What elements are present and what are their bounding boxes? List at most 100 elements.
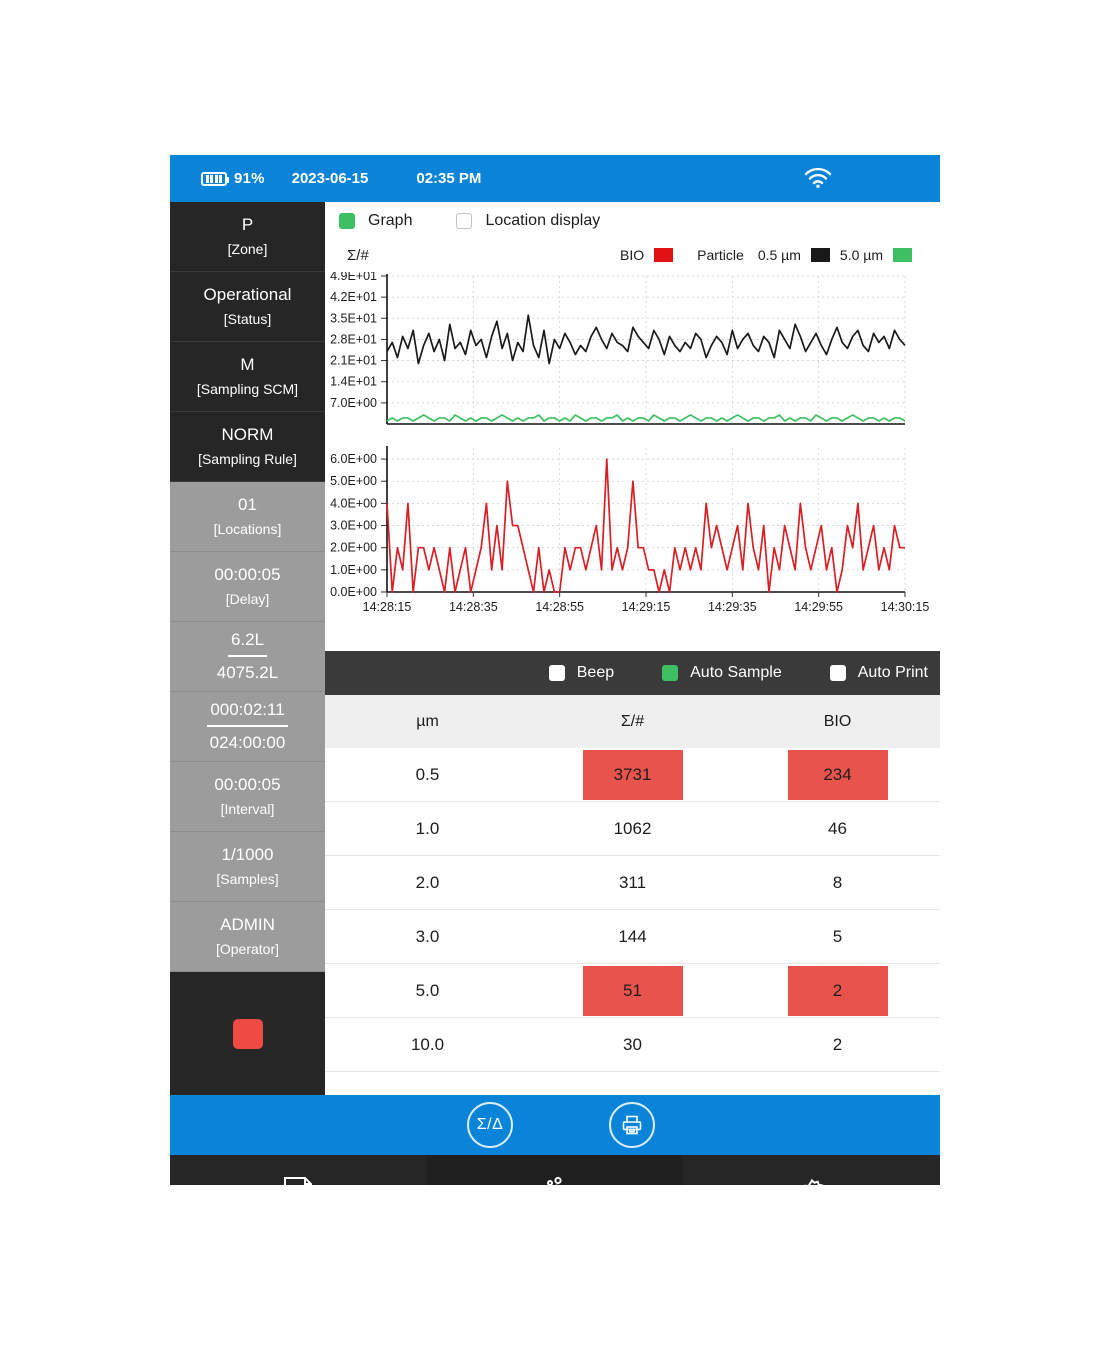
svg-text:4.2E+01: 4.2E+01 <box>330 290 377 304</box>
table-row[interactable]: 0.5 3731 234 <box>325 748 940 802</box>
sidebar-item-elapsed[interactable]: 000:02:11 024:00:00 <box>170 692 325 762</box>
auto-sample-option[interactable]: Auto Sample <box>650 664 782 682</box>
sidebar-label: [Delay] <box>225 591 270 608</box>
sidebar-label: [Status] <box>223 311 272 328</box>
auto-sample-checkbox[interactable] <box>662 665 679 681</box>
nav-item-sampling[interactable] <box>426 1155 684 1185</box>
battery-percent: 91% <box>234 170 265 187</box>
beep-checkbox[interactable] <box>548 665 565 681</box>
graph-label: Graph <box>368 212 413 229</box>
column-header-count: Σ/# <box>620 712 645 730</box>
status-bar: 91% 2023-06-15 02:35 PM <box>170 155 940 202</box>
svg-text:7.0E+00: 7.0E+00 <box>330 396 377 410</box>
parameter-sidebar: P [Zone] Operational [Status] M [Samplin… <box>170 202 325 1095</box>
svg-text:14:28:15: 14:28:15 <box>363 600 412 614</box>
sidebar-item-delay[interactable]: 00:00:05 [Delay] <box>170 552 325 622</box>
sidebar-item-sampling-scm[interactable]: M [Sampling SCM] <box>170 342 325 412</box>
legend-size1-swatch <box>810 248 830 262</box>
table-row[interactable]: 2.0 311 8 <box>325 856 940 910</box>
svg-text:6.0E+00: 6.0E+00 <box>330 452 377 466</box>
sidebar-volume-current: 6.2L <box>227 629 268 657</box>
location-display-label: Location display <box>485 212 601 229</box>
legend-size2-swatch <box>893 248 912 262</box>
sidebar-label: [Operator] <box>215 941 280 958</box>
auto-sample-label: Auto Sample <box>690 664 782 681</box>
printer-icon <box>622 1115 642 1135</box>
cell-bio: 8 <box>832 872 843 892</box>
sidebar-label: [Interval] <box>220 801 275 818</box>
sidebar-item-operator[interactable]: ADMIN [Operator] <box>170 902 325 972</box>
status-date: 2023-06-15 <box>291 170 369 187</box>
legend-size2-label: 5.0 µm <box>839 247 883 263</box>
table-row[interactable]: 5.0 51 2 <box>325 964 940 1018</box>
bottom-nav <box>170 1155 940 1185</box>
sidebar-elapsed-total: 024:00:00 <box>209 732 286 752</box>
table-row[interactable]: 1.0 1062 46 <box>325 802 940 856</box>
battery-indicator: 91% <box>201 170 265 187</box>
print-button[interactable] <box>609 1102 655 1148</box>
svg-text:14:30:15: 14:30:15 <box>881 600 930 614</box>
sum-delta-button[interactable]: Σ/Δ <box>467 1102 513 1148</box>
sidebar-value: Operational <box>203 285 292 305</box>
svg-text:14:28:35: 14:28:35 <box>449 600 498 614</box>
cell-size: 1.0 <box>415 818 440 838</box>
instrument-screen: 91% 2023-06-15 02:35 PM P [Zone] Operati… <box>170 155 940 1185</box>
nav-item-settings[interactable] <box>683 1155 940 1185</box>
nav-item-reports[interactable] <box>170 1155 427 1185</box>
sidebar-label: [Sampling Rule] <box>198 451 297 468</box>
svg-text:2.0E+00: 2.0E+00 <box>330 541 377 555</box>
action-bar: Σ/Δ <box>170 1095 940 1155</box>
table-header-row: µm Σ/# BIO <box>325 695 940 748</box>
beep-option[interactable]: Beep <box>537 664 614 682</box>
table-row[interactable]: 3.0 144 5 <box>325 910 940 964</box>
battery-icon <box>201 171 229 186</box>
status-time: 02:35 PM <box>416 170 482 187</box>
wifi-icon <box>804 167 832 188</box>
stop-button[interactable] <box>232 1018 263 1049</box>
cell-bio-value: 234 <box>787 749 888 800</box>
sidebar-value: P <box>241 215 254 235</box>
stop-button-cell[interactable] <box>170 972 325 1095</box>
cell-size: 3.0 <box>415 926 440 946</box>
sidebar-value: 1/1000 <box>221 845 274 865</box>
sidebar-item-interval[interactable]: 00:00:05 [Interval] <box>170 762 325 832</box>
chart-pane: Graph Location display Σ/# BIO Particle … <box>325 202 940 651</box>
graph-checkbox[interactable] <box>339 213 355 229</box>
sidebar-item-zone[interactable]: P [Zone] <box>170 202 325 272</box>
sidebar-value: M <box>240 355 255 375</box>
cell-size: 0.5 <box>415 764 440 784</box>
sidebar-elapsed-current: 000:02:11 <box>207 699 288 727</box>
table-row[interactable]: 10.0 30 2 <box>325 1018 940 1072</box>
sidebar-value: ADMIN <box>220 915 275 935</box>
particle-trend-chart[interactable]: 7.0E+00 1.4E+01 2.1E+01 2.8E+01 3.5E+01 4.2E+… <box>325 272 940 642</box>
svg-text:2.1E+01: 2.1E+01 <box>330 354 377 368</box>
cell-count: 3731 <box>530 749 735 800</box>
cell-bio: 2 <box>735 965 940 1016</box>
sidebar-label: [Samples] <box>216 871 279 888</box>
location-display-checkbox[interactable] <box>456 213 473 229</box>
particle-funnel-icon <box>547 1176 562 1185</box>
column-header-bio: BIO <box>823 712 852 730</box>
sidebar-label: [Sampling SCM] <box>196 381 299 398</box>
sidebar-item-samples[interactable]: 1/1000 [Samples] <box>170 832 325 902</box>
svg-text:0.0E+00: 0.0E+00 <box>330 585 377 599</box>
legend-particle-label: Particle <box>697 247 744 263</box>
sum-delta-icon: Σ/Δ <box>476 1116 504 1133</box>
gear-icon <box>803 1178 823 1185</box>
auto-print-checkbox[interactable] <box>829 665 846 681</box>
sidebar-item-sampling-rule[interactable]: NORM [Sampling Rule] <box>170 412 325 482</box>
cell-count-value: 51 <box>582 965 683 1016</box>
svg-text:14:29:55: 14:29:55 <box>794 600 843 614</box>
cell-bio: 5 <box>832 926 843 946</box>
column-header-size: µm <box>416 712 439 730</box>
auto-print-label: Auto Print <box>857 664 928 681</box>
chart-toggles: Graph Location display <box>325 202 940 240</box>
svg-text:2.8E+01: 2.8E+01 <box>330 332 377 346</box>
sidebar-label: [Zone] <box>227 241 268 258</box>
sidebar-item-status[interactable]: Operational [Status] <box>170 272 325 342</box>
auto-print-option[interactable]: Auto Print <box>818 664 928 682</box>
svg-text:14:29:35: 14:29:35 <box>708 600 757 614</box>
sampling-options-bar: Beep Auto Sample Auto Print <box>325 651 940 695</box>
sidebar-item-volume[interactable]: 6.2L 4075.2L <box>170 622 325 692</box>
sidebar-item-locations[interactable]: 01 [Locations] <box>170 482 325 552</box>
